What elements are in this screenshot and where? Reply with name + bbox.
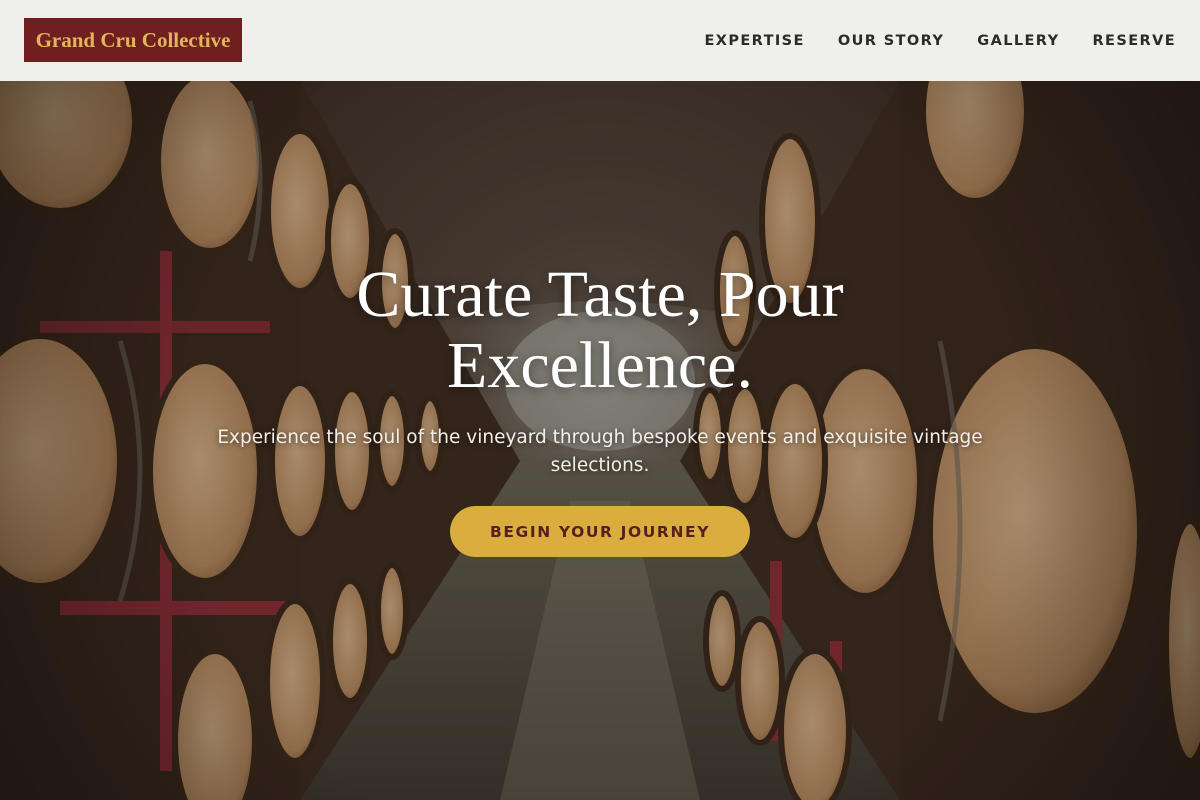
hero-title-line-1: Curate Taste, Pour [356, 258, 844, 331]
main-nav: EXPERTISE OUR STORY GALLERY RESERVE [671, 0, 1176, 81]
nav-reserve[interactable]: RESERVE [1092, 33, 1176, 49]
site-header: Grand Cru Collective EXPERTISE OUR STORY… [0, 0, 1200, 81]
hero-title-line-2: Excellence. [447, 329, 753, 402]
begin-journey-button[interactable]: BEGIN YOUR JOURNEY [450, 506, 750, 557]
hero-title: Curate Taste, Pour Excellence. [0, 259, 1200, 401]
hero-section: Curate Taste, Pour Excellence. Experienc… [0, 81, 1200, 800]
nav-expertise[interactable]: EXPERTISE [704, 33, 804, 49]
nav-gallery[interactable]: GALLERY [977, 33, 1059, 49]
logo[interactable]: Grand Cru Collective [24, 18, 242, 62]
nav-our-story[interactable]: OUR STORY [838, 33, 944, 49]
hero-subtitle: Experience the soul of the vineyard thro… [217, 427, 983, 476]
